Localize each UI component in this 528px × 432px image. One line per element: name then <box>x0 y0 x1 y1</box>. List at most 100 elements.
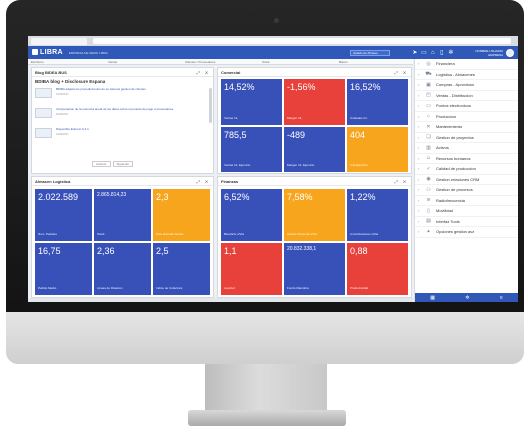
kpi-tile[interactable]: 2.865.814,23 Stock <box>94 189 151 241</box>
sidebar-item-financiera[interactable]: › ◎ Financiera <box>415 59 518 70</box>
kpi-tile[interactable]: -489 Margen Int. Ejercicio <box>284 126 345 172</box>
list-item[interactable]: Disponible Entorno 6.2.1 10/09/2017 <box>32 126 213 140</box>
next-page-button[interactable]: Siguiente <box>112 161 134 167</box>
menu-icon[interactable]: ≡ <box>500 295 503 301</box>
kpi-tile[interactable]: 2,5 Indice de Cobertura <box>153 243 210 295</box>
avatar[interactable] <box>506 48 514 57</box>
kpi-tile[interactable]: 785,5 Ventas Int. Ejercicio <box>221 126 282 172</box>
kpi-tile[interactable]: 2,3 Dias Entrada Ventas <box>153 189 210 241</box>
tab-clientes[interactable]: Clientes / Proveedores <box>182 60 259 64</box>
kpi-tile[interactable]: 14,52% Ventas Int. <box>221 79 282 125</box>
tab-banco[interactable]: Banco <box>336 60 413 64</box>
kpi-label: Num. Pedidos <box>38 232 57 236</box>
sidebar-item-calidad-de-produccion[interactable]: › ✓ Calidad de produccion <box>415 164 518 175</box>
prev-page-button[interactable]: Anterior <box>92 161 111 167</box>
post-thumbnail <box>35 88 52 98</box>
kpi-value: -1,56% <box>287 82 316 92</box>
post-title[interactable]: Incorporacion de la memoria anual de los… <box>56 107 173 112</box>
widget-tools-icon[interactable]: ⤢ ✕ <box>395 70 408 75</box>
scrollbar[interactable] <box>209 88 212 123</box>
company-select[interactable]: Estado de Pinares <box>350 49 391 56</box>
sidebar-item-movilidad[interactable]: › ▯ Movilidad <box>415 206 518 217</box>
sidebar-item-interfaz-tools[interactable]: › ▤ Interfaz Tools <box>415 217 518 227</box>
sidebar-item-radiofrecuencia[interactable]: › ≋ Radiofrecuencia <box>415 196 518 206</box>
sidebar-item-compras-aprovision[interactable]: › ▣ Compras - Aprovision <box>415 80 518 91</box>
kpi-label: Fondo Maniobra <box>287 286 309 290</box>
sidebar-item-mantenimiento[interactable]: › ✕ Mantenimiento <box>415 122 518 133</box>
kpi-label: Margen Int. <box>287 115 303 120</box>
coin-icon: ◎ <box>426 60 431 67</box>
logistics-widget: Almacen Logistica ⤢ ✕ 2.022.589 Num. Pedid… <box>31 176 214 298</box>
kpi-tile[interactable]: 16,75 Pedido Medio <box>35 243 92 295</box>
kpi-value: 0,88 <box>350 246 368 256</box>
kpi-value: 2.022.589 <box>38 192 79 202</box>
sidebar-item-recursos-humanos[interactable]: › ☺ Recursos humanos <box>415 154 518 164</box>
kpi-tile[interactable]: 6,52% Beneficio s/Vta <box>221 189 282 241</box>
forward-icon[interactable]: ➤ <box>410 50 419 56</box>
sidebar-item-logistica-almacenes[interactable]: › ⛟ Logistica - Almacenes <box>415 70 518 80</box>
sidebar-item-puntos-electronicos[interactable]: › ▭ Puntos electronicos <box>415 101 518 112</box>
monitor-stand-base <box>188 410 346 426</box>
post-thumbnail <box>35 128 52 138</box>
sidebar-item-activos[interactable]: › ▥ Activos <box>415 143 518 154</box>
post-title[interactable]: BDIBA adapta los procedimientos de su si… <box>56 87 146 92</box>
building-icon: ▥ <box>426 144 431 151</box>
process-icon: ⚇ <box>426 186 431 193</box>
gear-icon[interactable]: ✲ <box>465 295 469 301</box>
sidebar-item-ventas-distribucion[interactable]: › ◰ Ventas - Distribucion <box>415 91 518 101</box>
widget-tools-icon[interactable]: ⤢ ✕ <box>197 70 210 75</box>
kpi-label: Dias Entrada Ventas <box>156 232 184 236</box>
kpi-tile[interactable]: 2.022.589 Num. Pedidos <box>35 189 92 241</box>
blog-pager: Anterior Siguiente <box>92 161 134 167</box>
sidebar-item-gestion-relaciones-crm[interactable]: › ◉ Gestion relaciones CRM <box>415 175 518 185</box>
sidebar-item-opciones-gestion-avz[interactable]: › ✦ Opciones gestion avz <box>415 227 518 238</box>
tab-stock[interactable]: Stock <box>259 60 336 64</box>
kpi-tile[interactable]: -1,56% Margen Int. <box>284 79 345 125</box>
kpi-tile[interactable]: 0,88 Productividad <box>347 243 408 295</box>
browser-bar <box>28 36 518 46</box>
cart-icon: ▣ <box>426 81 431 88</box>
tab-escritorio[interactable]: Escritorio <box>28 60 105 64</box>
options-icon: ✦ <box>426 228 431 235</box>
sidebar-item-label: Gestion de proyectos <box>436 134 474 140</box>
kpi-tile[interactable]: 2,36 Lineas de Rotacion <box>94 243 151 295</box>
grid-icon[interactable]: ▦ <box>430 295 435 301</box>
widget-header: Blog BIDEA BUS ⤢ ✕ <box>32 68 213 77</box>
kpi-tile[interactable]: 1,1 Liquidez <box>221 243 282 295</box>
truck-icon: ⛟ <box>425 70 432 77</box>
document-icon[interactable]: ▯ <box>437 50 446 56</box>
tab-ventas[interactable]: Ventas <box>105 60 182 64</box>
home-icon[interactable]: ⌂ <box>428 50 437 56</box>
app-logo[interactable]: LIBRA <box>32 49 63 56</box>
widget-tools-icon[interactable]: ⤢ ✕ <box>197 179 210 184</box>
sidebar-item-label: Gestion relaciones CRM <box>436 176 480 182</box>
list-item[interactable]: BDIBA adapta los procedimientos de su si… <box>32 86 213 100</box>
kpi-tile[interactable]: 16,52% Unidades Int. <box>347 79 408 125</box>
monitor-chin <box>6 312 524 364</box>
kpi-tile[interactable]: 7,58% Gastos Personal s/Vta <box>284 189 345 241</box>
kpi-label: Margen Int. Ejercicio <box>287 163 315 167</box>
kpi-label: Beneficio s/Vta <box>224 232 245 236</box>
sidebar-item-gestion-de-procesos[interactable]: › ⚇ Gestion de procesos <box>415 185 518 196</box>
kpi-tile[interactable]: 404 Uds Ejercicio <box>347 126 408 172</box>
post-thumbnail <box>35 108 52 118</box>
kpi-tile[interactable]: 20.832.338,1 Fondo Maniobra <box>284 243 345 295</box>
sidebar-item-label: Opciones gestion avz <box>436 229 475 235</box>
settings-icon[interactable]: ✲ <box>446 50 455 56</box>
address-bar[interactable] <box>93 38 511 44</box>
kpi-value: 16,52% <box>350 82 381 92</box>
widget-tools-icon[interactable]: ⤢ ✕ <box>395 179 408 184</box>
post-title[interactable]: Disponible Entorno 6.2.1 <box>56 127 89 132</box>
sidebar-item-gestion-de-proyectos[interactable]: › ❏ Gestion de proyectos <box>415 133 518 143</box>
list-item[interactable]: Incorporacion de la memoria anual de los… <box>32 106 213 120</box>
kpi-value: 404 <box>350 129 366 140</box>
sidebar-item-label: Financiera <box>436 61 455 67</box>
monitor-icon[interactable]: ▭ <box>419 50 428 56</box>
kpi-tile[interactable]: 1,22% Amortizaciones s/Vta <box>347 189 408 241</box>
sidebar-item-produccion[interactable]: › ⌂ Produccion <box>415 112 518 122</box>
kpi-label: Amortizaciones s/Vta <box>350 232 379 236</box>
kpi-label: Pedido Medio <box>38 286 57 290</box>
browser-tab[interactable] <box>31 37 87 45</box>
blog-widget: Blog BIDEA BUS ⤢ ✕ BDIBA blog + Disclosur… <box>31 67 214 174</box>
sidebar-item-label: Calidad de produccion <box>436 166 476 172</box>
